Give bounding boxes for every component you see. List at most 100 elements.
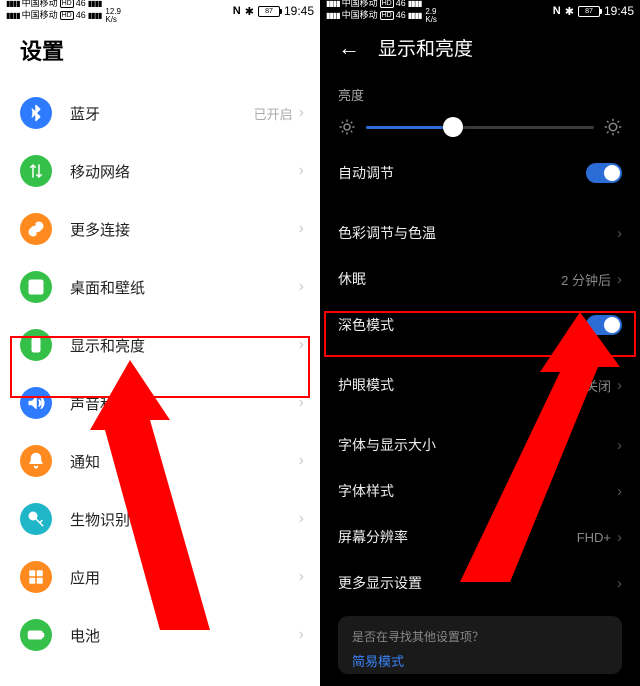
- brightness-label: 亮度: [338, 77, 622, 110]
- signal-icon: ▮▮▮▮: [326, 0, 340, 8]
- status-bar-left: ▮▮▮▮中国移动 HD 46▮▮▮▮ ▮▮▮▮中国移动 HD 46▮▮▮▮ 12…: [0, 0, 320, 20]
- sound-icon: [20, 387, 52, 419]
- mobile-data-icon: [20, 155, 52, 187]
- image-icon: [20, 271, 52, 303]
- row-label: 休眠: [338, 269, 561, 289]
- header-title: 显示和亮度: [378, 34, 473, 61]
- chevron-right-icon: ›: [617, 225, 622, 242]
- row-label: 更多显示设置: [338, 573, 617, 593]
- clock: 19:45: [284, 4, 314, 18]
- brightness-slider[interactable]: [366, 126, 594, 129]
- row-label: 护眼模式: [338, 375, 572, 395]
- chevron-right-icon: ›: [299, 394, 304, 412]
- tip-link-simple-mode[interactable]: 简易模式: [352, 651, 608, 670]
- chevron-right-icon: ›: [617, 271, 622, 288]
- display-row-auto[interactable]: 自动调节: [320, 150, 640, 196]
- chevron-right-icon: ›: [617, 529, 622, 546]
- chevron-right-icon: ›: [299, 510, 304, 528]
- chevron-right-icon: ›: [299, 568, 304, 586]
- row-value: 2 分钟后: [561, 270, 611, 289]
- settings-row-wall[interactable]: 桌面和壁纸›: [0, 258, 320, 316]
- settings-row-sound[interactable]: 声音和振›: [0, 374, 320, 432]
- row-value: 已开启: [254, 104, 293, 123]
- settings-row-mobile[interactable]: 移动网络›: [0, 142, 320, 200]
- signal-icon: ▮▮▮▮: [88, 11, 102, 20]
- row-label: 移动网络: [70, 161, 299, 182]
- settings-row-bio[interactable]: 生物识别和密码›: [0, 490, 320, 548]
- bluetooth-icon: [20, 97, 52, 129]
- status-bar-right: ▮▮▮▮中国移动 HD 46▮▮▮▮ ▮▮▮▮中国移动 HD 46▮▮▮▮ 2.…: [320, 0, 640, 20]
- apps-icon: [20, 561, 52, 593]
- battery-icon: 87: [578, 6, 600, 17]
- nfc-icon: N: [553, 5, 561, 17]
- dark-toggle[interactable]: [586, 315, 622, 335]
- signal-icon: ▮▮▮▮: [408, 11, 422, 20]
- row-label: 字体与显示大小: [338, 435, 617, 455]
- settings-row-more[interactable]: 更多连接›: [0, 200, 320, 258]
- signal-icon: ▮▮▮▮: [88, 0, 102, 8]
- brightness-high-icon: [604, 118, 622, 136]
- row-label: 屏幕分辨率: [338, 527, 577, 547]
- row-label: 生物识别和密码: [70, 509, 299, 530]
- chevron-right-icon: ›: [617, 575, 622, 592]
- display-row-eye[interactable]: 护眼模式已关闭 ›: [320, 362, 640, 408]
- display-row-sleep[interactable]: 休眠2 分钟后 ›: [320, 256, 640, 302]
- battery-icon: 87: [258, 6, 280, 17]
- settings-row-battery[interactable]: 电池›: [0, 606, 320, 664]
- chevron-right-icon: ›: [299, 104, 304, 122]
- row-label: 桌面和壁纸: [70, 277, 299, 298]
- row-label: 更多连接: [70, 219, 299, 240]
- brightness-low-icon: [338, 118, 356, 136]
- row-label: 色彩调节与色温: [338, 223, 617, 243]
- row-label: 深色模式: [338, 315, 586, 335]
- signal-icon: ▮▮▮▮: [6, 11, 20, 20]
- bell-icon: [20, 445, 52, 477]
- settings-row-bt[interactable]: 蓝牙已开启 ›: [0, 84, 320, 142]
- row-label: 电池: [70, 625, 299, 646]
- chevron-right-icon: ›: [617, 437, 622, 454]
- brightness-thumb[interactable]: [443, 117, 463, 137]
- settings-row-apps[interactable]: 应用›: [0, 548, 320, 606]
- chevron-right-icon: ›: [299, 162, 304, 180]
- chevron-right-icon: ›: [299, 626, 304, 644]
- chevron-right-icon: ›: [617, 377, 622, 394]
- row-label: 字体样式: [338, 481, 617, 501]
- row-value: FHD+: [577, 530, 611, 545]
- chevron-right-icon: ›: [299, 220, 304, 238]
- chevron-right-icon: ›: [299, 452, 304, 470]
- phone-icon: [20, 329, 52, 361]
- display-row-style[interactable]: 字体样式›: [320, 468, 640, 514]
- signal-icon: ▮▮▮▮: [6, 0, 20, 8]
- row-label: 蓝牙: [70, 103, 254, 124]
- row-label: 显示和亮度: [70, 335, 299, 356]
- row-value: 已关闭: [572, 376, 611, 395]
- settings-pane: ▮▮▮▮中国移动 HD 46▮▮▮▮ ▮▮▮▮中国移动 HD 46▮▮▮▮ 12…: [0, 0, 320, 686]
- display-row-more[interactable]: 更多显示设置›: [320, 560, 640, 606]
- display-brightness-pane: ▮▮▮▮中国移动 HD 46▮▮▮▮ ▮▮▮▮中国移动 HD 46▮▮▮▮ 2.…: [320, 0, 640, 686]
- clock: 19:45: [604, 4, 634, 18]
- signal-icon: ▮▮▮▮: [408, 0, 422, 8]
- battery-icon: [20, 619, 52, 651]
- chevron-right-icon: ›: [299, 278, 304, 296]
- settings-row-display[interactable]: 显示和亮度›: [0, 316, 320, 374]
- display-row-res[interactable]: 屏幕分辨率FHD+ ›: [320, 514, 640, 560]
- auto-toggle[interactable]: [586, 163, 622, 183]
- display-row-dark[interactable]: 深色模式: [320, 302, 640, 348]
- settings-row-notify[interactable]: 通知›: [0, 432, 320, 490]
- row-label: 自动调节: [338, 163, 586, 183]
- row-label: 声音和振: [70, 393, 299, 414]
- key-icon: [20, 503, 52, 535]
- display-row-color[interactable]: 色彩调节与色温›: [320, 210, 640, 256]
- bluetooth-icon: ✱: [245, 5, 254, 18]
- row-label: 通知: [70, 451, 299, 472]
- tip-question: 是否在寻找其他设置项？: [352, 628, 608, 645]
- signal-icon: ▮▮▮▮: [326, 11, 340, 20]
- search-tip-card[interactable]: 是否在寻找其他设置项？ 简易模式: [338, 616, 622, 674]
- chevron-right-icon: ›: [299, 336, 304, 354]
- back-button[interactable]: ←: [338, 35, 360, 61]
- display-row-font[interactable]: 字体与显示大小›: [320, 422, 640, 468]
- link-icon: [20, 213, 52, 245]
- nfc-icon: N: [233, 5, 241, 17]
- page-title: 设置: [0, 20, 320, 84]
- bluetooth-icon: ✱: [565, 5, 574, 18]
